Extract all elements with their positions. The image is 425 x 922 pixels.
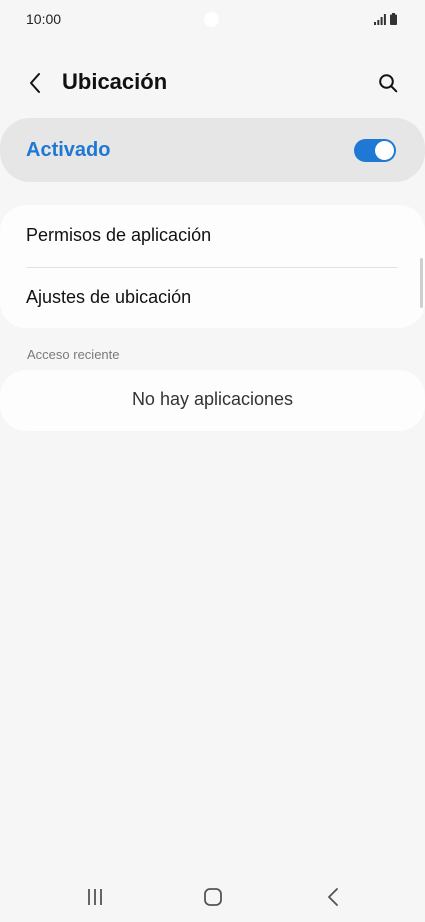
scroll-indicator[interactable]: [420, 258, 423, 308]
signal-icon: [374, 14, 386, 25]
front-camera: [204, 12, 219, 27]
status-icons: [374, 12, 397, 25]
settings-item-location-settings[interactable]: Ajustes de ubicación: [0, 267, 425, 328]
recent-access-header: Acceso reciente: [27, 347, 120, 362]
settings-item-label: Ajustes de ubicación: [26, 287, 192, 307]
recent-access-card: No hay aplicaciones: [0, 370, 425, 431]
recents-icon: [88, 889, 102, 905]
settings-item-app-permissions[interactable]: Permisos de aplicación: [0, 205, 425, 266]
status-time: 10:00: [26, 11, 62, 27]
home-icon: [204, 888, 222, 906]
master-switch-label: Activado: [26, 139, 111, 161]
nav-back-button[interactable]: [318, 884, 348, 910]
battery-icon: [390, 13, 397, 25]
home-button[interactable]: [198, 884, 228, 910]
search-button[interactable]: [373, 68, 403, 98]
location-toggle[interactable]: [354, 139, 396, 162]
search-icon: [379, 74, 398, 93]
settings-card: Permisos de aplicación Ajustes de ubicac…: [0, 205, 425, 328]
page-title: Ubicación: [62, 69, 168, 94]
empty-state-text: No hay aplicaciones: [131, 389, 294, 409]
back-button[interactable]: [20, 68, 50, 98]
chevron-left-icon: [30, 73, 40, 93]
status-bar: 10:00: [0, 0, 425, 38]
navigation-bar: [0, 872, 425, 922]
toggle-knob: [375, 141, 394, 160]
recents-button[interactable]: [80, 884, 110, 910]
app-bar: Ubicación: [0, 58, 425, 108]
location-master-switch[interactable]: Activado: [0, 118, 425, 182]
settings-item-label: Permisos de aplicación: [26, 225, 212, 245]
back-icon: [328, 888, 338, 906]
